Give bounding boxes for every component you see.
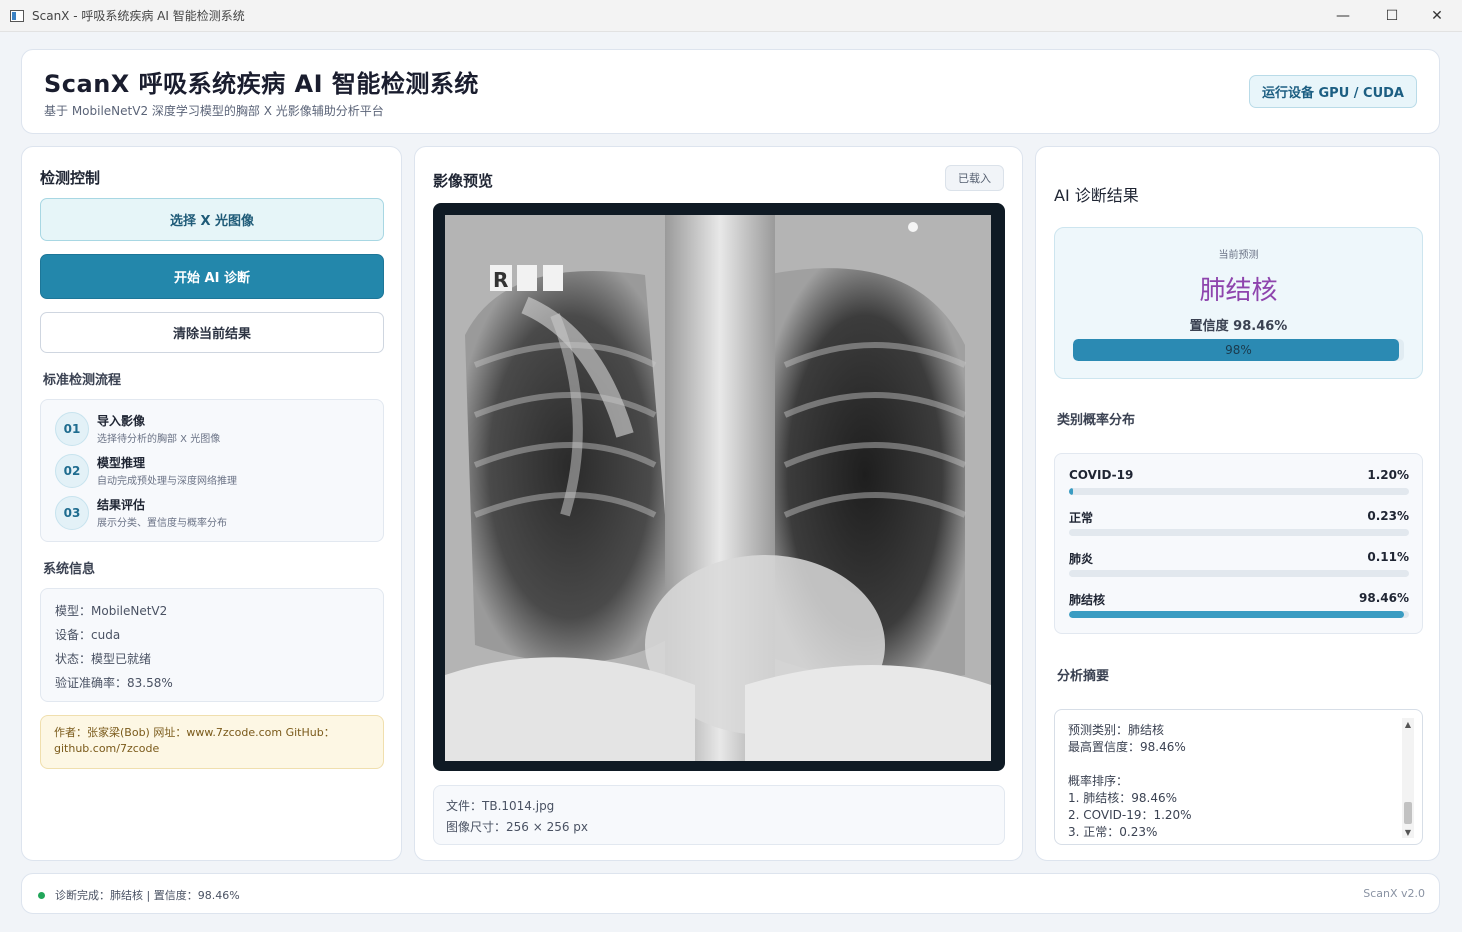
probability-list: COVID-19 1.20% 正常 0.23% 肺炎 0.11% 肺结核 98.… [1054, 453, 1423, 634]
prob-row: 肺结核 98.46% [1069, 591, 1409, 627]
step-number: 03 [55, 496, 89, 530]
close-button[interactable]: ✕ [1414, 0, 1460, 32]
xray-frame: R [433, 203, 1005, 771]
step-number: 02 [55, 454, 89, 488]
sysinfo-accuracy: 验证准确率：83.58% [55, 676, 173, 690]
workflow-step: 02 模型推理 自动完成预处理与深度网络推理 [55, 454, 375, 490]
prob-bar-fill [1069, 529, 1072, 536]
confidence-bar: 98% [1073, 339, 1404, 361]
prob-name: 正常 [1069, 511, 1094, 525]
probs-title: 类别概率分布 [1057, 413, 1136, 428]
start-diagnosis-button[interactable]: 开始 AI 诊断 [40, 254, 384, 299]
prediction-value: 肺结核 [1199, 276, 1278, 306]
device-badge: 运行设备 GPU / CUDA [1248, 75, 1417, 108]
prob-value: 1.20% [1367, 468, 1409, 482]
xray-image: R [445, 215, 991, 761]
prob-bar-fill [1069, 488, 1074, 495]
prediction-label: 当前预测 [1218, 250, 1259, 261]
prob-name: 肺结核 [1069, 593, 1106, 607]
scroll-up-icon[interactable]: ▲ [1402, 718, 1414, 730]
version-label: ScanX v2.0 [1363, 887, 1425, 900]
control-panel: 检测控制 选择 X 光图像 开始 AI 诊断 清除当前结果 标准检测流程 01 … [21, 146, 402, 861]
app-subtitle: 基于 MobileNetV2 深度学习模型的胸部 X 光影像辅助分析平台 [44, 104, 384, 118]
prob-bar-fill [1069, 611, 1404, 618]
file-name: 文件：TB.1014.jpg [446, 799, 555, 813]
image-size: 图像尺寸：256 × 256 px [446, 820, 589, 834]
preview-panel: 影像预览 已载入 R 文件：TB.1014.jpg 图像尺寸：256 × 256… [414, 146, 1023, 861]
prob-row: 正常 0.23% [1069, 509, 1409, 545]
prob-value: 98.46% [1359, 591, 1409, 605]
prob-bar [1069, 611, 1409, 618]
clear-result-button[interactable]: 清除当前结果 [40, 312, 384, 353]
prob-name: 肺炎 [1069, 552, 1094, 566]
sysinfo-box: 模型：MobileNetV2 设备：cuda 状态：模型已就绪 验证准确率：83… [40, 588, 384, 702]
control-title: 检测控制 [40, 169, 101, 187]
loaded-badge: 已载入 [945, 165, 1004, 191]
prediction-box: 当前预测 肺结核 置信度 98.46% 98% [1054, 227, 1423, 379]
xray-marker: R [493, 268, 508, 292]
step-desc: 展示分类、置信度与概率分布 [97, 518, 227, 529]
summary-textarea[interactable]: 预测类别：肺结核 最高置信度：98.46% 概率排序： 1. 肺结核：98.46… [1054, 709, 1423, 845]
summary-title: 分析摘要 [1057, 669, 1110, 684]
step-title: 模型推理 [97, 456, 146, 470]
sysinfo-status: 状态：模型已就绪 [55, 652, 152, 666]
workflow-step: 03 结果评估 展示分类、置信度与概率分布 [55, 496, 375, 532]
status-bar: 诊断完成：肺结核 | 置信度：98.46% ScanX v2.0 [21, 873, 1440, 914]
prob-row: COVID-19 1.20% [1069, 468, 1409, 504]
prob-value: 0.11% [1367, 550, 1409, 564]
result-title: AI 诊断结果 [1054, 186, 1139, 205]
prob-name: COVID-19 [1069, 468, 1134, 482]
scroll-thumb[interactable] [1404, 802, 1412, 824]
sysinfo-device: 设备：cuda [55, 628, 121, 642]
header-card: ScanX 呼吸系统疾病 AI 智能检测系统 基于 MobileNetV2 深度… [21, 49, 1440, 134]
prob-bar-fill [1069, 570, 1072, 577]
preview-title: 影像预览 [433, 172, 494, 190]
step-title: 导入影像 [97, 414, 146, 428]
author-note: 作者：张家梁(Bob) 网址：www.7zcode.com GitHub：git… [40, 715, 384, 769]
prob-value: 0.23% [1367, 509, 1409, 523]
step-desc: 选择待分析的胸部 X 光图像 [97, 434, 221, 445]
status-dot-icon [38, 892, 45, 899]
step-title: 结果评估 [97, 498, 146, 512]
prob-row: 肺炎 0.11% [1069, 550, 1409, 586]
status-message: 诊断完成：肺结核 | 置信度：98.46% [55, 889, 240, 902]
workflow-steps: 01 导入影像 选择待分析的胸部 X 光图像 02 模型推理 自动完成预处理与深… [40, 399, 384, 542]
confidence-bar-label: 98% [1225, 343, 1252, 357]
minimize-button[interactable]: — [1320, 0, 1366, 32]
select-image-button[interactable]: 选择 X 光图像 [40, 198, 384, 241]
step-number: 01 [55, 412, 89, 446]
summary-text: 预测类别：肺结核 最高置信度：98.46% 概率排序： 1. 肺结核：98.46… [1068, 723, 1192, 839]
scroll-down-icon[interactable]: ▼ [1402, 826, 1414, 838]
file-info: 文件：TB.1014.jpg 图像尺寸：256 × 256 px [433, 785, 1005, 845]
prediction-confidence: 置信度 98.46% [1189, 319, 1288, 334]
step-desc: 自动完成预处理与深度网络推理 [97, 476, 237, 487]
workflow-title: 标准检测流程 [43, 373, 122, 388]
prob-bar [1069, 488, 1409, 495]
app-icon [10, 9, 24, 22]
maximize-button[interactable]: ☐ [1369, 0, 1415, 32]
prob-bar [1069, 570, 1409, 577]
summary-scrollbar[interactable]: ▲ ▼ [1402, 718, 1414, 838]
workflow-step: 01 导入影像 选择待分析的胸部 X 光图像 [55, 412, 375, 448]
sysinfo-title: 系统信息 [43, 562, 96, 577]
window-titlebar: ScanX - 呼吸系统疾病 AI 智能检测系统 — ☐ ✕ [0, 0, 1462, 32]
sysinfo-model: 模型：MobileNetV2 [55, 604, 168, 618]
prob-bar [1069, 529, 1409, 536]
result-panel: AI 诊断结果 当前预测 肺结核 置信度 98.46% 98% 类别概率分布 C… [1035, 146, 1440, 861]
window-title: ScanX - 呼吸系统疾病 AI 智能检测系统 [32, 9, 245, 23]
app-title: ScanX 呼吸系统疾病 AI 智能检测系统 [44, 70, 479, 98]
